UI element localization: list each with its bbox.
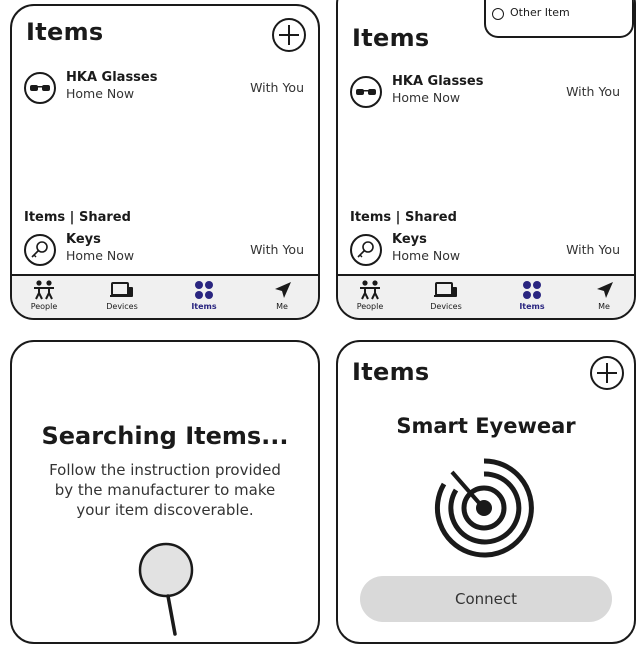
items-screen-with-popup-panel: Other Item Items HKA Glasses Home Now Wi… xyxy=(336,0,636,320)
section-label-shared: Items | Shared xyxy=(350,210,457,225)
list-item[interactable]: HKA Glasses Home Now With You xyxy=(350,74,620,112)
list-item[interactable]: HKA Glasses Home Now With You xyxy=(24,70,304,108)
location-arrow-icon xyxy=(252,280,312,300)
add-item-button[interactable] xyxy=(272,18,306,52)
searching-instructions: Follow the instruction provided by the m… xyxy=(49,461,281,519)
tab-label: People xyxy=(356,302,384,311)
searching-screen-panel: Searching Items... Follow the instructio… xyxy=(10,340,320,644)
items-screen-panel: Items HKA Glasses Home Now With You Item… xyxy=(10,4,320,320)
connect-button[interactable]: Connect xyxy=(360,576,612,622)
tab-label: Me xyxy=(276,302,288,311)
item-name: HKA Glasses xyxy=(392,74,484,89)
item-status: With You xyxy=(250,80,304,95)
tab-label: Me xyxy=(598,302,610,311)
people-icon xyxy=(14,280,74,300)
tab-label: Devices xyxy=(430,302,462,311)
device-connect-panel: Items Smart Eyewear Connect xyxy=(336,340,636,644)
sunglasses-icon xyxy=(350,76,382,108)
radio-icon[interactable] xyxy=(492,8,504,20)
tab-people[interactable]: People xyxy=(340,276,400,316)
item-location: Home Now xyxy=(66,248,135,263)
item-name: HKA Glasses xyxy=(66,70,158,85)
magnifier-icon xyxy=(124,530,214,640)
tab-label: Devices xyxy=(106,302,138,311)
item-status: With You xyxy=(566,242,620,257)
item-status: With You xyxy=(250,242,304,257)
item-location: Home Now xyxy=(392,90,461,105)
tab-people[interactable]: People xyxy=(14,276,74,316)
list-item[interactable]: Keys Home Now With You xyxy=(24,232,304,270)
page-title: Items xyxy=(352,24,430,52)
tab-devices[interactable]: Devices xyxy=(416,276,476,316)
tab-me[interactable]: Me xyxy=(252,276,312,316)
add-item-popup: Other Item xyxy=(484,0,634,38)
item-location: Home Now xyxy=(392,248,461,263)
items-grid-icon xyxy=(174,280,234,300)
tab-me[interactable]: Me xyxy=(574,276,634,316)
tab-label: Items xyxy=(191,302,217,311)
people-icon xyxy=(340,280,400,300)
item-name: Keys xyxy=(66,232,101,247)
tab-bar: People Devices Items Me xyxy=(12,274,318,318)
device-name: Smart Eyewear xyxy=(396,414,576,438)
items-grid-icon xyxy=(502,280,562,300)
tab-label: Items xyxy=(519,302,545,311)
section-label-shared: Items | Shared xyxy=(24,210,131,225)
sunglasses-icon xyxy=(24,72,56,104)
page-title: Items xyxy=(26,18,104,46)
location-arrow-icon xyxy=(574,280,634,300)
devices-icon xyxy=(416,280,476,300)
tab-devices[interactable]: Devices xyxy=(92,276,152,316)
tab-label: People xyxy=(30,302,58,311)
tab-items[interactable]: Items xyxy=(502,276,562,316)
tab-items[interactable]: Items xyxy=(174,276,234,316)
key-icon xyxy=(24,234,56,266)
item-name: Keys xyxy=(392,232,427,247)
list-item[interactable]: Keys Home Now With You xyxy=(350,232,620,270)
popup-option-other-item[interactable]: Other Item xyxy=(510,6,570,19)
add-item-button[interactable] xyxy=(590,356,624,390)
key-icon xyxy=(350,234,382,266)
radar-icon xyxy=(434,458,534,558)
devices-icon xyxy=(92,280,152,300)
item-location: Home Now xyxy=(66,86,135,101)
item-status: With You xyxy=(566,84,620,99)
page-title: Items xyxy=(352,358,430,386)
searching-heading: Searching Items... xyxy=(41,422,289,450)
tab-bar: People Devices Items Me xyxy=(338,274,634,318)
